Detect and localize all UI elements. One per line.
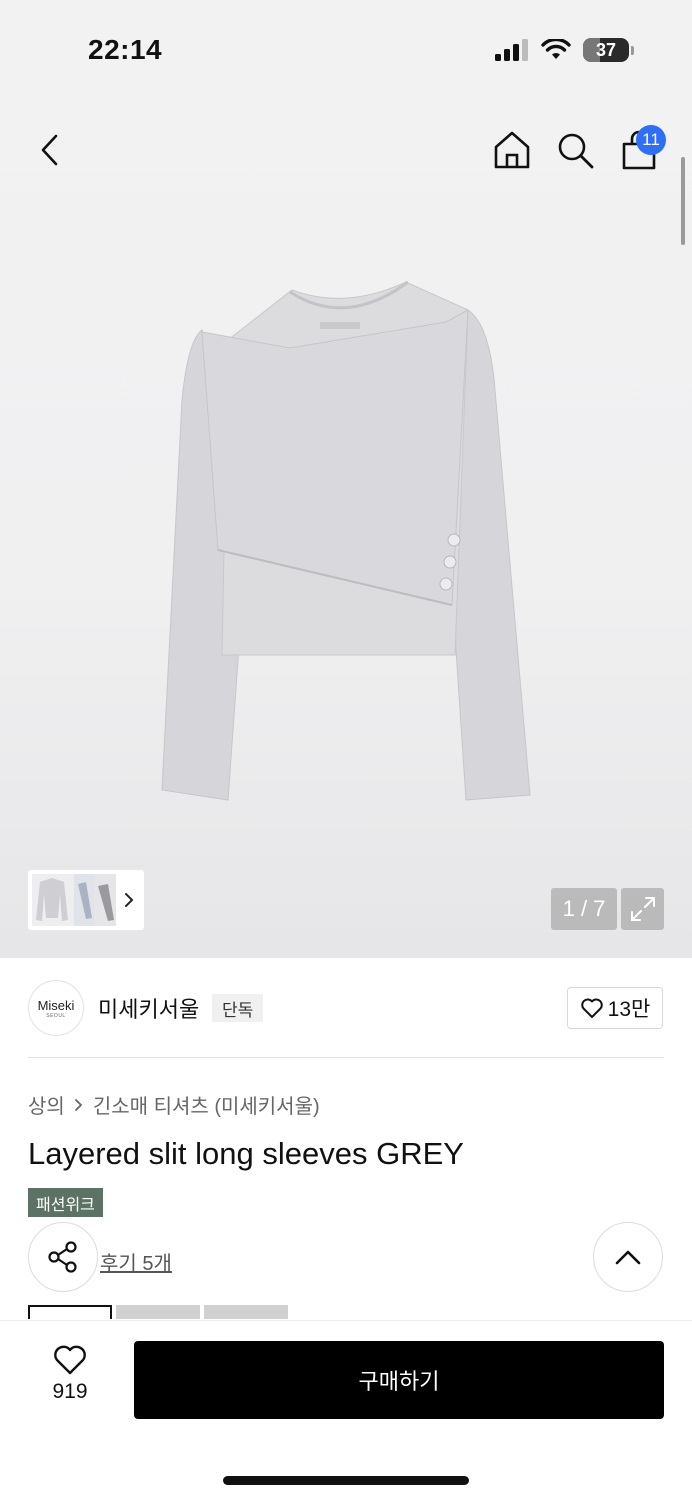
tab-2[interactable] bbox=[116, 1305, 200, 1319]
scrollbar[interactable] bbox=[681, 157, 685, 245]
search-icon bbox=[558, 133, 594, 169]
search-button[interactable] bbox=[555, 130, 595, 170]
expand-icon bbox=[630, 897, 655, 921]
product-gallery[interactable]: 22:14 37 11 1 / 7 bbox=[0, 0, 692, 958]
wishlist-count: 919 bbox=[52, 1380, 88, 1403]
heart-icon bbox=[54, 1345, 86, 1375]
brand-logo-text: Miseki bbox=[37, 997, 75, 1013]
breadcrumb: 상의 긴소매 티셔츠 (미세키서울) bbox=[28, 1090, 320, 1119]
share-icon bbox=[48, 1241, 77, 1273]
battery-tip bbox=[631, 45, 634, 55]
breadcrumb-item-category[interactable]: 상의 bbox=[28, 1090, 65, 1119]
brand-like-button[interactable]: 13만 bbox=[567, 987, 663, 1029]
brand-logo[interactable]: Miseki SEOUL bbox=[28, 980, 84, 1036]
cart-count-badge: 11 bbox=[636, 125, 666, 155]
thumbnail-image bbox=[32, 874, 116, 926]
buy-button[interactable]: 구매하기 bbox=[134, 1341, 664, 1419]
tab-1[interactable] bbox=[28, 1305, 112, 1319]
home-icon bbox=[494, 131, 530, 169]
battery-icon: 37 bbox=[583, 38, 629, 62]
reviews-link[interactable]: 후기 5개 bbox=[100, 1247, 172, 1276]
chevron-up-icon bbox=[615, 1250, 641, 1265]
back-icon bbox=[41, 134, 58, 166]
status-time: 22:14 bbox=[88, 34, 163, 65]
detail-tabs bbox=[28, 1305, 288, 1319]
wishlist-button[interactable]: 919 bbox=[36, 1344, 104, 1414]
divider bbox=[28, 1057, 664, 1058]
battery-level: 37 bbox=[595, 39, 617, 60]
scroll-top-button[interactable] bbox=[593, 1222, 663, 1292]
heart-icon bbox=[580, 998, 603, 1018]
status-icons: 37 bbox=[495, 38, 634, 62]
brand-like-count: 13만 bbox=[607, 998, 651, 1021]
fullscreen-button[interactable] bbox=[621, 888, 664, 930]
breadcrumb-item-subcategory[interactable]: 긴소매 티셔츠 (미세키서울) bbox=[93, 1090, 320, 1119]
signal-icon bbox=[495, 39, 528, 61]
tab-3[interactable] bbox=[204, 1305, 288, 1319]
back-button[interactable] bbox=[32, 128, 72, 172]
wifi-icon bbox=[541, 39, 571, 59]
chevron-right-icon bbox=[125, 893, 134, 907]
brand-logo-subtext: SEOUL bbox=[46, 1012, 66, 1019]
share-button[interactable] bbox=[28, 1222, 98, 1292]
exclusive-badge: 단독 bbox=[212, 994, 264, 1022]
thumbnail-strip[interactable] bbox=[28, 870, 144, 930]
gallery-page-indicator: 1 / 7 bbox=[551, 888, 617, 930]
chevron-right-icon bbox=[74, 1098, 83, 1111]
home-button[interactable] bbox=[492, 130, 532, 170]
product-image[interactable] bbox=[150, 270, 542, 810]
home-indicator bbox=[223, 1476, 469, 1485]
promo-tag: 패션위크 bbox=[28, 1188, 103, 1217]
product-title: Layered slit long sleeves GREY bbox=[28, 1136, 464, 1171]
brand-name[interactable]: 미세키서울 bbox=[98, 992, 199, 1024]
